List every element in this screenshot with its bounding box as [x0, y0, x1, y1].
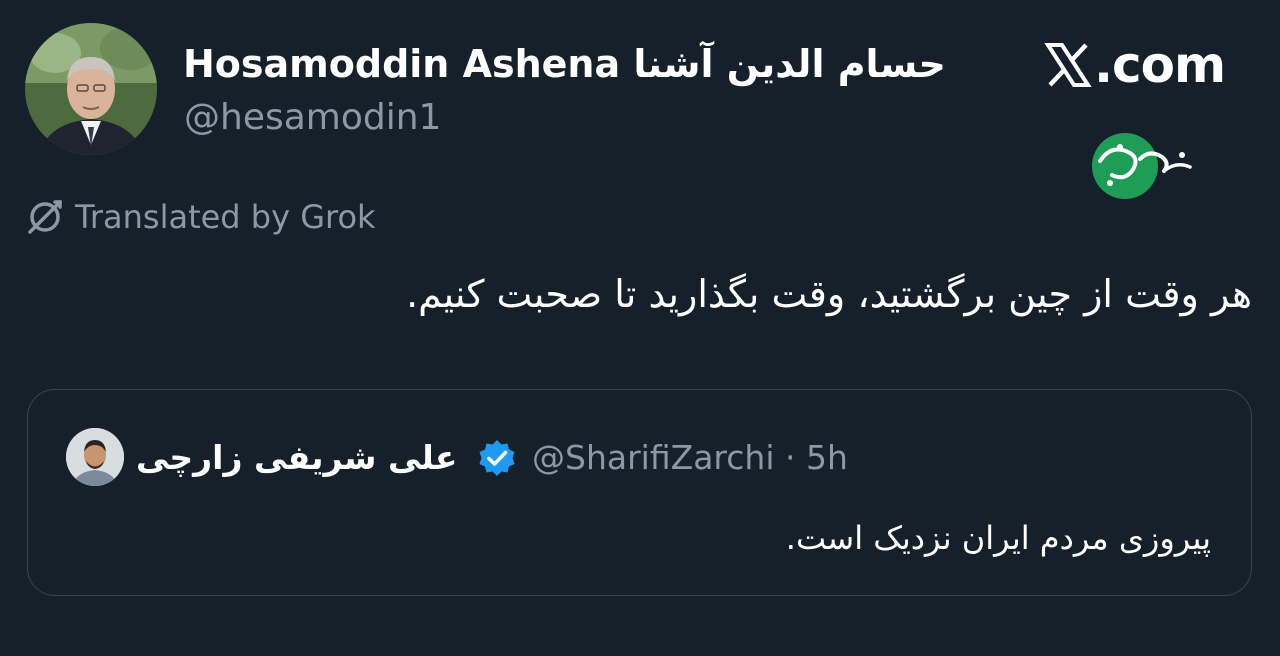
translation-indicator[interactable]: Translated by Grok [25, 192, 376, 242]
tweet-text: هر وقت از چین برگشتید، وقت بگذارید تا صح… [406, 272, 1252, 316]
quoted-author-avatar[interactable] [66, 428, 124, 486]
x-logo-icon [1044, 43, 1092, 87]
khabarfori-logo [1090, 131, 1200, 201]
quoted-author-name[interactable]: علی شریفی زارچی [136, 430, 457, 486]
quoted-tweet-text: پیروزی مردم ایران نزدیک است. [785, 519, 1211, 557]
quoted-author-photo [66, 428, 124, 486]
author-avatar[interactable] [25, 23, 157, 155]
verified-badge-icon [479, 440, 515, 476]
author-handle[interactable]: @hesamodin1 [184, 92, 441, 144]
x-com-brand: .com [1044, 34, 1234, 96]
quoted-handle-timestamp[interactable]: @SharifiZarchi · 5h [532, 430, 848, 486]
author-photo [25, 23, 157, 155]
quoted-tweet-card[interactable]: علی شریفی زارچی @SharifiZarchi · 5h پیرو… [27, 389, 1252, 596]
brand-domain-text: .com [1094, 36, 1226, 94]
khabarfori-logo-icon [1092, 133, 1192, 199]
translation-label: Translated by Grok [75, 198, 376, 236]
author-display-name[interactable]: Hosamoddin Ashena حسام الدین آشنا [183, 36, 946, 92]
grok-icon [28, 200, 62, 234]
